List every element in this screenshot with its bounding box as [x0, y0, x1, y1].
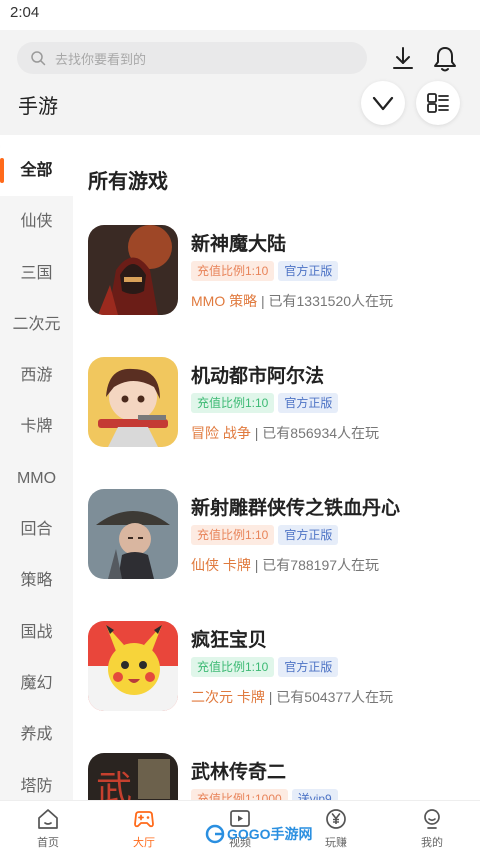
recharge-tag: 充值比例1:10: [191, 525, 275, 545]
expand-button[interactable]: [361, 81, 405, 125]
player-count: | 已有856934人在玩: [254, 425, 380, 441]
game-meta: 二次元 卡牌 | 已有504377人在玩: [191, 687, 393, 707]
game-categories: 二次元 卡牌: [191, 689, 265, 705]
top-area: 去找你要看到的 手游: [0, 30, 480, 135]
watermark-text: GOGO手游网: [227, 826, 313, 842]
game-categories: MMO 策略: [191, 293, 258, 309]
player-count: | 已有1331520人在玩: [261, 293, 394, 309]
game-name: 机动都市阿尔法: [191, 366, 325, 387]
nav-hall[interactable]: 大厅: [96, 801, 192, 853]
game-meta: 冒险 战争 | 已有856934人在玩: [191, 423, 379, 443]
page-title: 手游: [18, 96, 58, 118]
status-bar: 2:04: [0, 0, 480, 30]
wulin-icon[interactable]: 武: [88, 753, 178, 800]
official-tag: 官方正版: [278, 657, 339, 677]
list-item[interactable]: 机动都市阿尔法 充值比例1:10 官方正版 冒险 战争 | 已有856934人在玩: [88, 357, 480, 489]
game-categories: 冒险 战争: [191, 425, 251, 441]
pikachu-icon[interactable]: [88, 621, 178, 711]
content-card: 全部 仙侠 三国 二次元 西游 卡牌 MMO 回合 策略 国战 魔幻 养成 塔防…: [0, 135, 480, 800]
download-icon[interactable]: [388, 44, 418, 74]
sidebar-item-xiyou[interactable]: 西游: [0, 350, 73, 401]
gamepad-icon: [134, 811, 154, 828]
list-layout-icon: [427, 93, 449, 113]
game-name: 新射雕群侠传之铁血丹心: [191, 498, 401, 519]
nav-home[interactable]: 首页: [0, 801, 96, 853]
sidebar-item-fantasy[interactable]: 魔幻: [0, 658, 73, 709]
list-item[interactable]: 武 武林传奇二 充值比例1:1000 送vip9: [88, 753, 480, 800]
sidebar-item-xianxia[interactable]: 仙侠: [0, 196, 73, 247]
tag-row: 充值比例1:10 官方正版: [191, 525, 342, 545]
game-name: 疯狂宝贝: [191, 630, 268, 651]
game-name: 新神魔大陆: [191, 234, 287, 255]
list-item[interactable]: 新射雕群侠传之铁血丹心 充值比例1:10 官方正版 仙侠 卡牌 | 已有78819…: [88, 489, 480, 621]
list-item[interactable]: 疯狂宝贝 充值比例1:10 官方正版 二次元 卡牌 | 已有504377人在玩: [88, 621, 480, 753]
section-title: 所有游戏: [88, 171, 168, 193]
game-meta: 仙侠 卡牌 | 已有788197人在玩: [191, 555, 379, 575]
search-input[interactable]: 去找你要看到的: [17, 42, 367, 74]
list-item[interactable]: 新神魔大陆 充值比例1:10 官方正版 MMO 策略 | 已有1331520人在玩: [88, 225, 480, 357]
nav-profile-label: 我的: [421, 837, 443, 849]
game-categories: 仙侠 卡牌: [191, 557, 251, 573]
player-count: | 已有788197人在玩: [254, 557, 380, 573]
sidebar-item-sanguo[interactable]: 三国: [0, 248, 73, 299]
recharge-tag: 充值比例1:10: [191, 261, 275, 281]
sidebar-item-all[interactable]: 全部: [0, 145, 73, 197]
official-tag: 官方正版: [278, 393, 339, 413]
recharge-tag: 充值比例1:10: [191, 657, 275, 677]
sidebar-item-raising[interactable]: 养成: [0, 709, 73, 760]
svg-text:武: 武: [96, 769, 132, 800]
sidebar-item-anime[interactable]: 二次元: [0, 299, 73, 350]
tag-row: 充值比例1:10 官方正版: [191, 261, 342, 281]
sidebar-item-tower-defense[interactable]: 塔防: [0, 761, 73, 800]
warrior-icon[interactable]: [88, 225, 178, 315]
profile-icon: [424, 809, 440, 829]
game-meta: MMO 策略 | 已有1331520人在玩: [191, 291, 393, 311]
player-count: | 已有504377人在玩: [268, 689, 394, 705]
watermark: GOGO手游网: [205, 822, 313, 846]
official-tag: 官方正版: [278, 261, 339, 281]
nav-home-label: 首页: [37, 837, 59, 849]
tag-row: 充值比例1:10 官方正版: [191, 393, 342, 413]
official-tag: 官方正版: [278, 525, 339, 545]
bell-icon[interactable]: [430, 44, 460, 74]
search-icon: [31, 51, 46, 66]
game-list: 新神魔大陆 充值比例1:10 官方正版 MMO 策略 | 已有1331520人在玩: [88, 225, 480, 800]
watermark-logo-icon: [205, 824, 225, 844]
layout-toggle-button[interactable]: [416, 81, 460, 125]
sidebar-item-turn[interactable]: 回合: [0, 504, 73, 555]
sidebar-item-strategy[interactable]: 策略: [0, 555, 73, 606]
search-placeholder: 去找你要看到的: [55, 52, 147, 67]
nav-profile[interactable]: 我的: [384, 801, 480, 853]
status-time: 2:04: [10, 4, 40, 21]
vip-tag: 送vip9: [291, 789, 338, 800]
tag-row: 充值比例1:10 官方正版: [191, 657, 342, 677]
yuan-icon: [326, 809, 346, 829]
sidebar-item-guozhan[interactable]: 国战: [0, 607, 73, 658]
recharge-tag: 充值比例1:1000: [191, 789, 288, 800]
sidebar-item-card[interactable]: 卡牌: [0, 401, 73, 452]
sidebar-item-mmo[interactable]: MMO: [0, 453, 73, 504]
home-icon: [38, 809, 58, 829]
game-name: 武林传奇二: [191, 762, 287, 783]
chevron-down-icon: [372, 96, 394, 111]
swordsman-icon[interactable]: [88, 489, 178, 579]
category-sidebar: 全部 仙侠 三国 二次元 西游 卡牌 MMO 回合 策略 国战 魔幻 养成 塔防: [0, 145, 73, 800]
nav-hall-label: 大厅: [133, 837, 155, 849]
tag-row: 充值比例1:1000 送vip9: [191, 789, 342, 800]
gunner-girl-icon[interactable]: [88, 357, 178, 447]
recharge-tag: 充值比例1:10: [191, 393, 275, 413]
